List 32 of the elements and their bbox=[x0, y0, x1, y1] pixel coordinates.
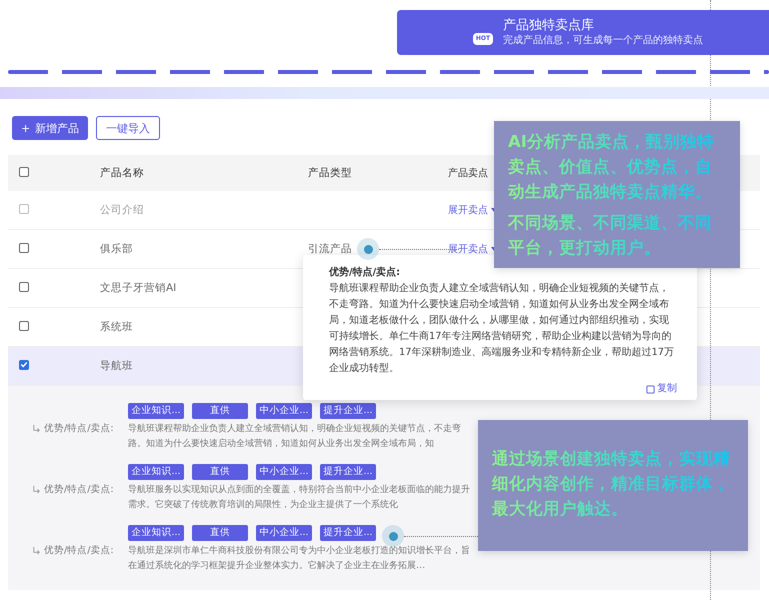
popover-text: 导航班课程帮助企业负责人建立全域营销认知，明确企业短视频的关键节点，不走弯路。知道为什么要快速启动全域营销，知道如何从业务出发全网全域布局，知道老板做什么，团队做什么，从哪里做，如何通过内部组织推动，实现可持续增长。单仁牛商17年专注网络营销研究，帮助企业构建以营销为导向的网络营销系统。17年深耕制造业、高端服务业和专精特新企业，帮助超过17万企业成功转型。 bbox=[329, 282, 675, 376]
banner-title: 产品独特卖点库 bbox=[503, 17, 595, 34]
product-name: 导航班 bbox=[100, 359, 133, 373]
detail-label: 优势/特点/卖点: bbox=[44, 483, 114, 497]
detail-text: 导航班是深圳市单仁牛商科技股份有限公司专为中小企业老板打造的知识增长平台，旨在通过系统化的学习框架提升企业整体实力。它解决了企业主在业务拓展… bbox=[128, 544, 471, 573]
product-name: 系统班 bbox=[100, 320, 133, 334]
column-header: 产品名称 bbox=[100, 166, 144, 180]
tag: 中小企业... bbox=[256, 403, 312, 419]
tag: 提升企业... bbox=[320, 464, 376, 480]
product-type: 引流产品 bbox=[308, 243, 352, 255]
popover-title: 优势/特点/卖点: bbox=[329, 266, 402, 280]
plus-icon: + bbox=[21, 122, 30, 134]
tag: 提升企业... bbox=[320, 525, 376, 541]
tag: 直供 bbox=[192, 464, 248, 480]
column-header: 产品卖点 bbox=[448, 166, 488, 180]
detail-label: 优势/特点/卖点: bbox=[44, 544, 114, 558]
tag: 提升企业... bbox=[320, 403, 376, 419]
tag: 直供 bbox=[192, 525, 248, 541]
detail-label: 优势/特点/卖点: bbox=[44, 422, 114, 436]
banner-subtitle: 完成产品信息，可生成每一个产品的独特卖点 bbox=[503, 34, 703, 48]
tag: 直供 bbox=[192, 403, 248, 419]
tag: 中小企业... bbox=[256, 464, 312, 480]
detail-text: 导航班服务以实现知识从点到面的全覆盖，特别符合当前中小企业老板面临的能力提升需求。它突破了传统教育培训的局限性，为企业主提供了一个系统化 bbox=[128, 483, 471, 512]
column-header: 产品类型 bbox=[308, 166, 352, 180]
tag: 企业知识... bbox=[128, 464, 184, 480]
product-name: 公司介绍 bbox=[100, 203, 144, 217]
tag: 企业知识... bbox=[128, 525, 184, 541]
detail-text: 导航班课程帮助企业负责人建立全域营销认知，明确企业短视频的关键节点，不走弯路。知道为什么要快速启动全域营销，知道如何从业务出发全网全域布局，知 bbox=[128, 422, 462, 451]
product-name: 文思子牙营销AI bbox=[100, 281, 176, 295]
tag: 企业知识... bbox=[128, 403, 184, 419]
product-name: 俱乐部 bbox=[100, 242, 133, 256]
tag: 中小企业... bbox=[256, 525, 312, 541]
